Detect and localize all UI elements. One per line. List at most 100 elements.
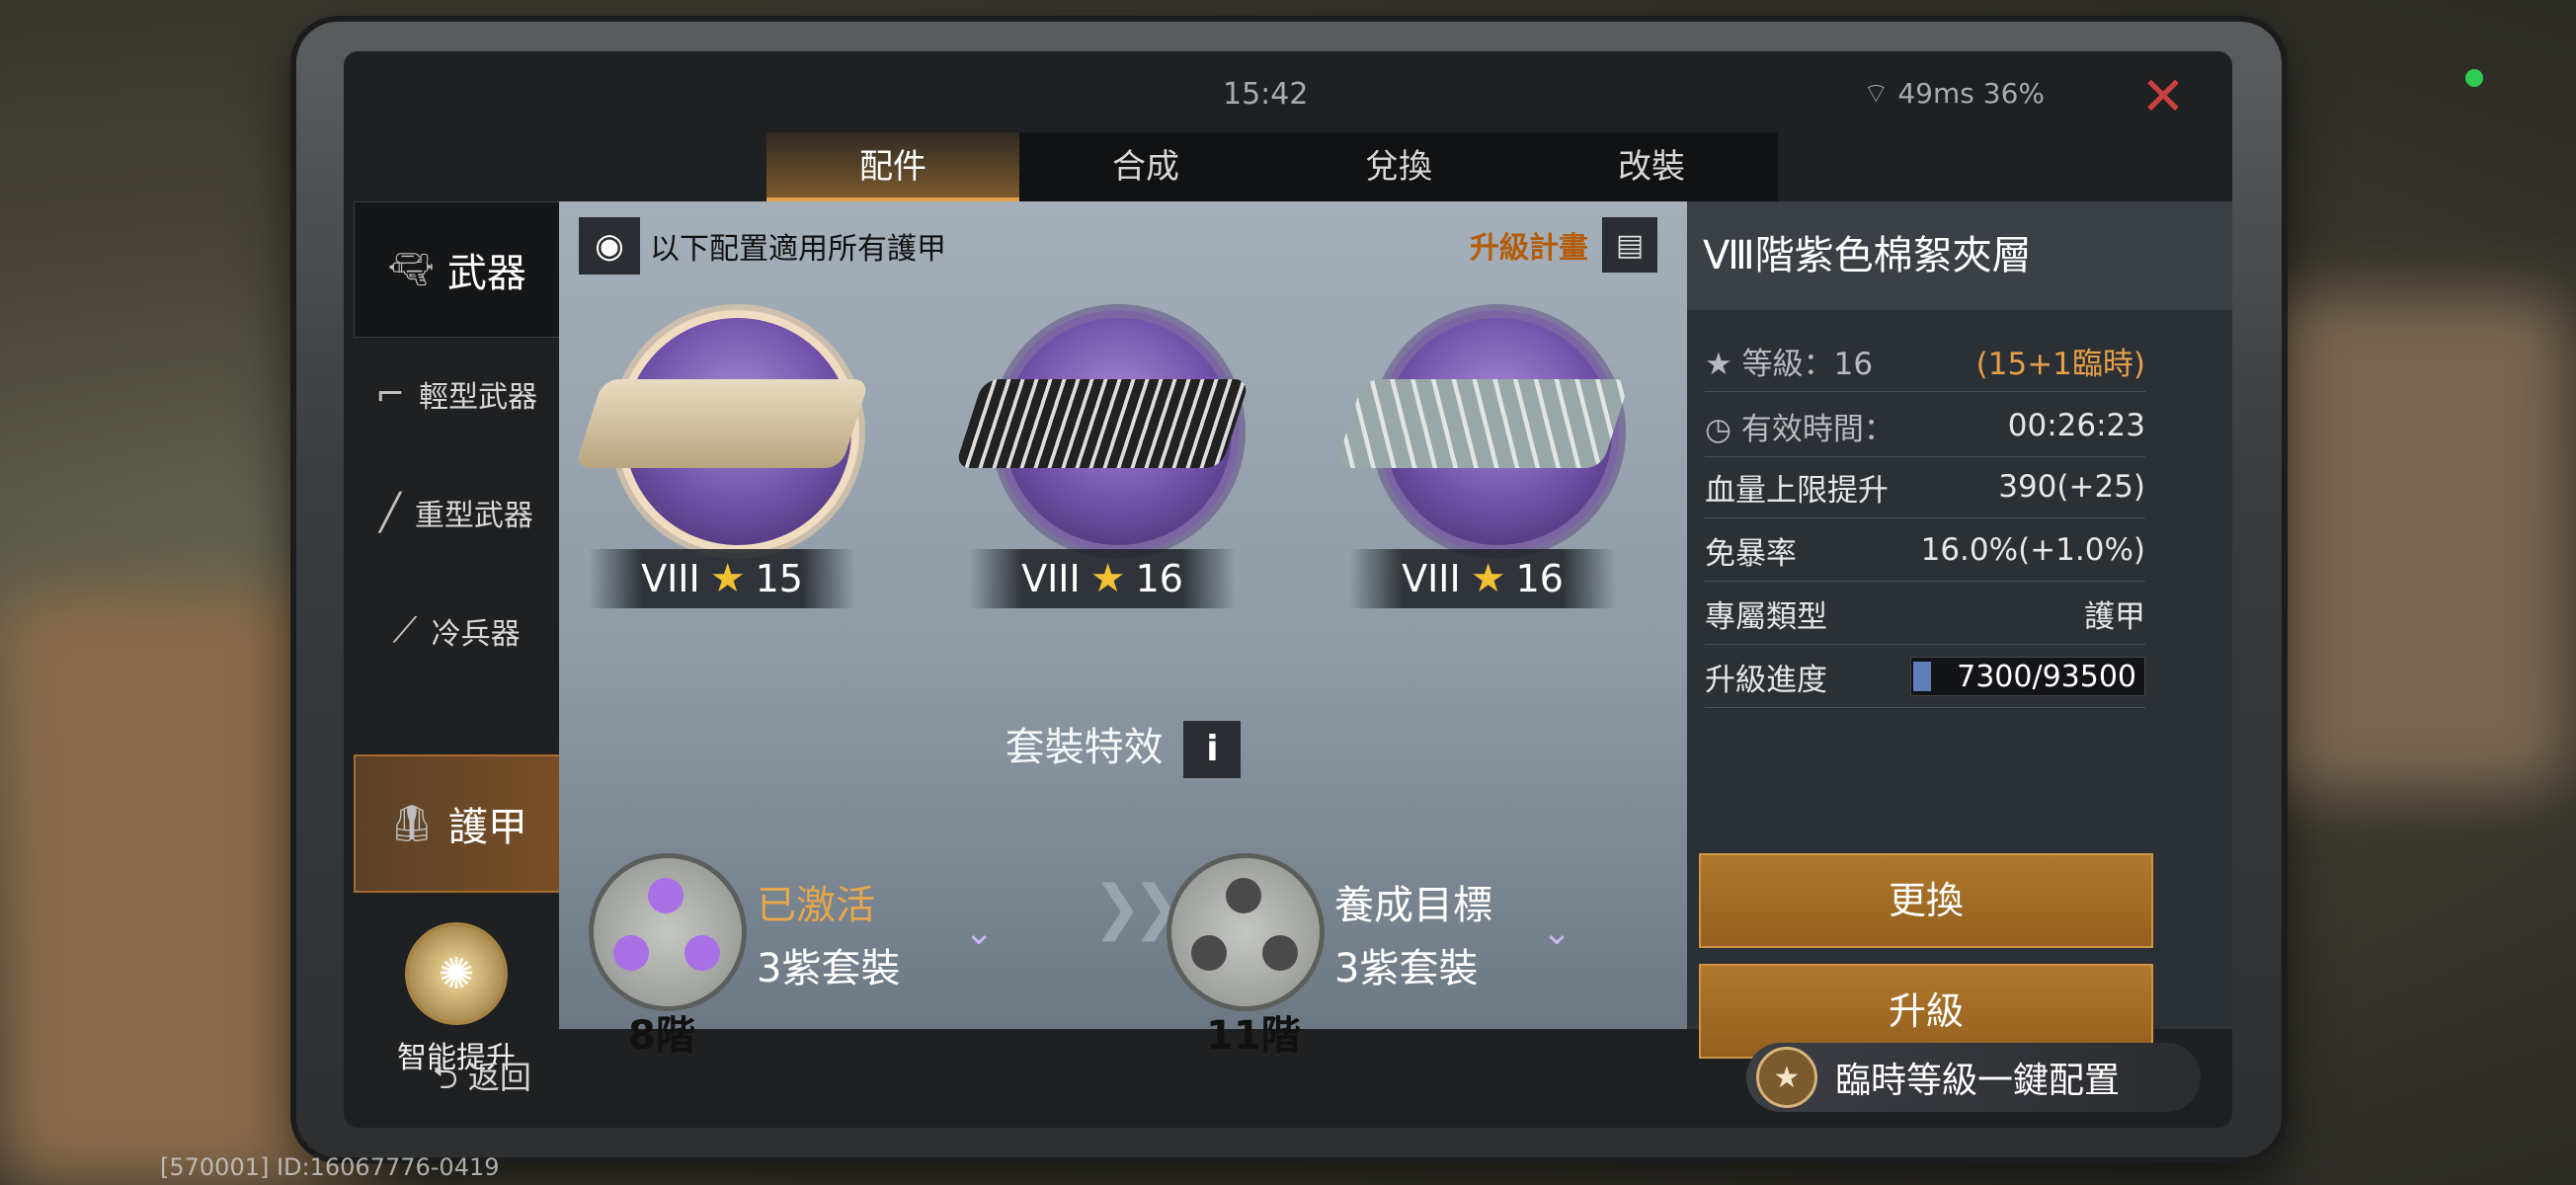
- chevron-down-icon: ⌄: [964, 912, 995, 953]
- replace-button[interactable]: 更換: [1699, 853, 2153, 948]
- set-dot: [613, 935, 649, 971]
- stat-value: 390(+25): [1998, 469, 2145, 505]
- sidebar-item-label: 重型武器: [414, 499, 533, 533]
- stat-row: 專屬類型 護甲: [1705, 583, 2145, 645]
- star-icon: ★: [1705, 346, 1742, 382]
- progress-label: 升級進度: [1705, 662, 1827, 698]
- slot-label: VIII ★ 16: [969, 549, 1236, 608]
- content-header: ◉ 以下配置適用所有護甲: [579, 217, 946, 275]
- set-dot: [1191, 935, 1227, 971]
- vest-icon: 🦺︎: [389, 804, 435, 844]
- tab-modify[interactable]: 改裝: [1525, 132, 1778, 201]
- status-bar: 15:42 ⌔ 49ms 36% ✕: [344, 51, 2232, 130]
- game-window: 15:42 ⌔ 49ms 36% ✕ 配件 合成 兌換 改裝 🔫︎ 武器 ⌐ 輕…: [344, 51, 2232, 1128]
- stat-label: 免暴率: [1705, 535, 1797, 572]
- level-label: 等級：16: [1741, 346, 1874, 382]
- set-card-active[interactable]: 已激活 3紫套裝 ⌄ 8階: [589, 853, 1043, 1059]
- slot-stars: 15: [755, 557, 803, 600]
- accessory-slot-1[interactable]: VIII ★ 15: [574, 310, 870, 626]
- level-extra: (15+1臨時): [1975, 346, 2145, 382]
- clock-icon: ◷: [1705, 411, 1741, 447]
- network-text: 49ms 36%: [1897, 77, 2045, 110]
- slot-tier: VIII: [1402, 557, 1461, 600]
- status-dot: [2465, 69, 2483, 87]
- progress-row: 升級進度 7300/93500: [1705, 646, 2145, 708]
- progress-fill: [1913, 662, 1932, 691]
- slot-stars: 16: [1135, 557, 1183, 600]
- set-text: 養成目標 3紫套裝: [1334, 873, 1492, 993]
- star-badge-icon: ★: [1756, 1047, 1817, 1108]
- set-effect-label: 套裝特效: [1005, 725, 1164, 770]
- network-status: ⌔ 49ms 36%: [1863, 77, 2045, 112]
- sidebar-item-heavy-weapons[interactable]: ╱ 重型武器: [354, 468, 559, 557]
- item-title: Ⅷ階紫色棉絮夾層: [1687, 201, 2232, 310]
- set-badge-icon: [589, 853, 747, 1011]
- sidebar-item-label: 武器: [446, 251, 526, 296]
- launcher-icon: ╱: [379, 492, 401, 533]
- level-label-wrap: ★ 等級：16: [1705, 339, 1873, 383]
- set-dot: [648, 878, 684, 913]
- sidebar-item-weapons[interactable]: 🔫︎ 武器: [354, 201, 561, 338]
- quick-config-button[interactable]: ★ 臨時等級一鍵配置: [1746, 1043, 2201, 1112]
- accessory-content: ◉ 以下配置適用所有護甲 升級計畫 ▤ VIII ★ 15 VIII ★ 16: [559, 201, 1687, 1059]
- star-icon: ★: [1470, 556, 1506, 601]
- smg-icon: ⌐: [374, 373, 406, 415]
- upgrade-plan-button[interactable]: 升級計畫 ▤: [1470, 217, 1657, 273]
- stat-label: 專屬類型: [1705, 598, 1827, 635]
- accessory-slot-3[interactable]: VIII ★ 16: [1334, 310, 1631, 626]
- sidebar-item-light-weapons[interactable]: ⌐ 輕型武器: [354, 350, 559, 438]
- stat-row: 免暴率 16.0%(+1.0%): [1705, 519, 2145, 582]
- back-label: 返回: [467, 1059, 531, 1096]
- set-text: 已激活 3紫套裝: [757, 873, 900, 993]
- time-label: 有效時間：: [1740, 411, 1894, 447]
- tab-exchange[interactable]: 兌換: [1272, 132, 1525, 201]
- time-label-wrap: ◷ 有效時間：: [1705, 404, 1894, 448]
- close-button[interactable]: ✕: [2133, 67, 2193, 126]
- progress-text: 7300/93500: [1957, 659, 2136, 694]
- back-button[interactable]: ⮌ 返回: [433, 1053, 531, 1109]
- detail-panel: Ⅷ階紫色棉絮夾層 ★ 等級：16 (15+1臨時) ◷ 有效時間： 00:26:…: [1687, 201, 2232, 1059]
- eye-icon[interactable]: ◉: [579, 217, 640, 275]
- set-effect-title: 套裝特效 i: [559, 715, 1687, 778]
- clock: 15:42: [1223, 77, 1309, 112]
- knife-icon: ⟋: [392, 610, 418, 651]
- fabric-roll-icon: [574, 379, 870, 468]
- info-button[interactable]: i: [1183, 721, 1242, 778]
- set-status: 已激活: [757, 883, 875, 928]
- set-desc: 3紫套裝: [757, 946, 901, 991]
- sidebar-item-label: 輕型武器: [419, 380, 538, 415]
- sidebar-item-label: 護甲: [447, 805, 527, 850]
- double-chevron-icon: ❯❯: [1092, 873, 1181, 942]
- set-dot: [684, 935, 720, 971]
- stat-value: 16.0%(+1.0%): [1920, 532, 2145, 568]
- set-card-target[interactable]: 養成目標 3紫套裝 ⌄ 11階: [1167, 853, 1621, 1059]
- chevron-down-icon: ⌄: [1542, 912, 1572, 953]
- set-dot: [1262, 935, 1298, 971]
- slot-label: VIII ★ 16: [1349, 549, 1616, 608]
- header-text: 以下配置適用所有護甲: [650, 232, 946, 267]
- time-row: ◷ 有效時間： 00:26:23: [1705, 395, 2145, 457]
- star-icon: ★: [709, 556, 746, 601]
- quick-config-label: 臨時等級一鍵配置: [1835, 1061, 2121, 1101]
- sidebar-item-label: 冷兵器: [431, 617, 521, 652]
- slot-label: VIII ★ 15: [589, 549, 855, 608]
- set-badge-icon: [1167, 853, 1325, 1011]
- slot-tier: VIII: [1021, 557, 1081, 600]
- set-status: 養成目標: [1334, 883, 1492, 928]
- time-value: 00:26:23: [2007, 408, 2145, 443]
- sidebar-item-melee[interactable]: ⟋ 冷兵器: [354, 587, 559, 675]
- accessory-slot-2[interactable]: VIII ★ 16: [954, 310, 1250, 626]
- wifi-icon: ⌔: [1863, 77, 1898, 110]
- set-dot: [1226, 878, 1261, 913]
- level-row: ★ 等級：16 (15+1臨時): [1705, 330, 2145, 392]
- tab-accessories[interactable]: 配件: [766, 132, 1019, 201]
- sidebar-item-armor[interactable]: 🦺︎ 護甲: [354, 754, 563, 893]
- stat-row: 血量上限提升 390(+25): [1705, 456, 2145, 518]
- tab-bar: 配件 合成 兌換 改裝: [766, 132, 1778, 201]
- stat-value: 護甲: [2084, 598, 2145, 635]
- tab-craft[interactable]: 合成: [1019, 132, 1272, 201]
- slot-stars: 16: [1515, 557, 1564, 600]
- clipboard-icon: ▤: [1602, 217, 1657, 273]
- set-desc: 3紫套裝: [1334, 946, 1479, 991]
- mesh-roll-icon: [954, 379, 1250, 468]
